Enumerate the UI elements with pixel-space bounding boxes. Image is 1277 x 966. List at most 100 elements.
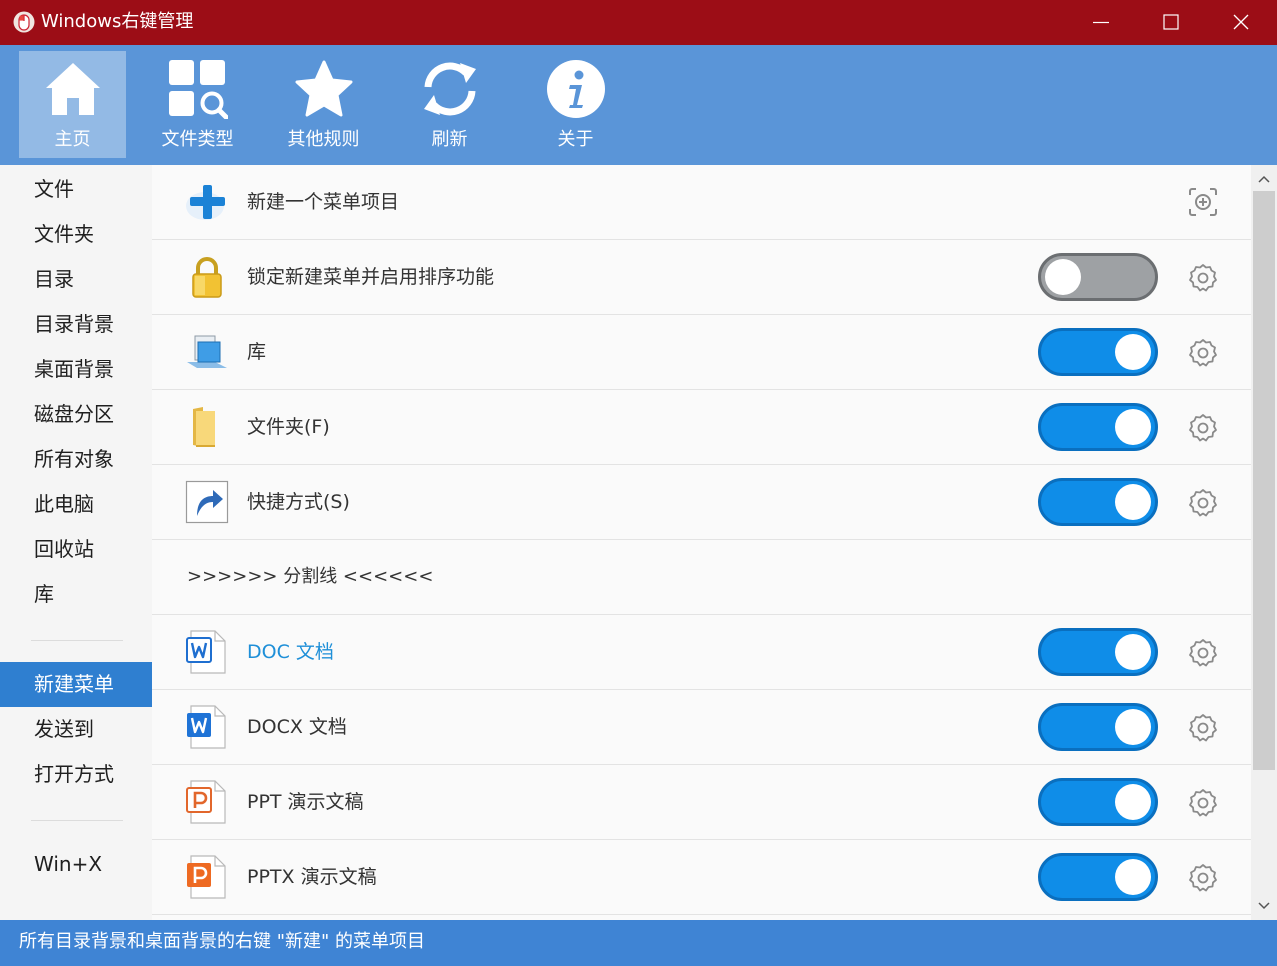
sidebar-item-label: 文件夹 [34,222,94,246]
library-icon [187,335,227,368]
shortcut-toggle[interactable] [1038,478,1158,526]
file-types-icon [169,60,228,119]
toggle-knob [1115,859,1151,895]
sidebar-item-label: 发送到 [34,717,94,741]
list-item-separator: >>>>>> 分割线 <<<<<< [152,540,1251,615]
sidebar-item-directory-background[interactable]: 目录背景 [0,302,152,347]
sidebar-item-folder[interactable]: 文件夹 [0,212,152,257]
gear-icon[interactable] [1187,337,1219,369]
sidebar-item-label: 文件 [34,177,74,201]
status-bar: 所有目录背景和桌面背景的右键 "新建" 的菜单项目 [0,920,1277,966]
sidebar-item-label: 回收站 [34,537,94,561]
sidebar-divider [31,640,123,641]
toggle-knob [1115,784,1151,820]
tool-label: 其他规则 [287,129,360,150]
sidebar-item-label: 桌面背景 [34,357,114,381]
pptx-icon [187,855,226,899]
sidebar-item-send-to[interactable]: 发送到 [0,707,152,752]
tool-file-types[interactable]: 文件类型 [144,51,251,158]
sidebar-item-library[interactable]: 库 [0,572,152,617]
docx-toggle[interactable] [1038,703,1158,751]
plus-icon [186,185,225,220]
info-icon [547,60,605,118]
tool-about[interactable]: 关于 [522,51,629,158]
list-item-shortcut: 快捷方式(S) [152,465,1251,540]
sidebar-item-label: 目录 [34,267,74,291]
chevron-down-icon[interactable] [1256,898,1272,914]
maximize-icon [1163,14,1179,30]
star-icon [295,60,353,117]
tool-refresh[interactable]: 刷新 [396,51,503,158]
maximize-button[interactable] [1136,0,1206,45]
gear-icon[interactable] [1187,412,1219,444]
doc-toggle[interactable] [1038,628,1158,676]
list-item-label: DOCX 文档 [247,716,347,738]
sidebar: 文件 文件夹 目录 目录背景 桌面背景 磁盘分区 所有对象 此电脑 回收站 库 … [0,165,152,920]
sidebar-item-label: 目录背景 [34,312,114,336]
sidebar-item-label: 打开方式 [34,762,114,786]
sidebar-item-this-pc[interactable]: 此电脑 [0,482,152,527]
toggle-knob [1115,334,1151,370]
sidebar-item-file[interactable]: 文件 [0,167,152,212]
folder-icon [193,407,215,447]
separator-label: >>>>>> 分割线 <<<<<< [187,566,434,587]
list-item-new[interactable]: 新建一个菜单项目 [152,165,1251,240]
close-button[interactable] [1206,0,1276,45]
list-item-doc: DOC 文档 [152,615,1251,690]
tool-other-rules[interactable]: 其他规则 [270,51,377,158]
tool-label: 关于 [557,129,594,150]
list-item-label: 文件夹(F) [247,416,330,438]
add-item-icon[interactable] [1187,186,1219,218]
sidebar-item-label: 磁盘分区 [34,402,114,426]
sidebar-item-label: 所有对象 [34,447,114,471]
doc-icon [186,630,226,674]
lock-toggle[interactable] [1038,253,1158,301]
sidebar-item-label: Win+X [34,852,103,876]
chevron-up-icon[interactable] [1256,171,1272,187]
list-item-lock: 锁定新建菜单并启用排序功能 [152,240,1251,315]
sidebar-item-directory[interactable]: 目录 [0,257,152,302]
sidebar-item-open-with[interactable]: 打开方式 [0,752,152,797]
shortcut-icon [185,480,229,524]
list-item-label: PPTX 演示文稿 [247,866,377,888]
title-bar: Windows右键管理 [0,0,1277,45]
toggle-knob [1115,484,1151,520]
gear-icon[interactable] [1187,862,1219,894]
pptx-toggle[interactable] [1038,853,1158,901]
sidebar-item-label: 此电脑 [34,492,94,516]
sidebar-item-win-x[interactable]: Win+X [0,842,152,887]
gear-icon[interactable] [1187,712,1219,744]
refresh-icon [424,62,476,116]
tool-label: 刷新 [431,129,468,150]
folder-toggle[interactable] [1038,403,1158,451]
library-toggle[interactable] [1038,328,1158,376]
tool-label: 文件类型 [161,129,234,150]
vertical-scrollbar[interactable] [1251,165,1277,920]
scrollbar-thumb[interactable] [1253,191,1275,770]
home-icon [46,63,100,115]
gear-icon[interactable] [1187,637,1219,669]
list-item-label: PPT 演示文稿 [247,791,364,813]
gear-icon[interactable] [1187,787,1219,819]
docx-icon [187,705,226,749]
sidebar-item-drive[interactable]: 磁盘分区 [0,392,152,437]
sidebar-item-label: 库 [34,582,54,606]
list-item-label: 新建一个菜单项目 [247,191,400,213]
toggle-knob [1115,709,1151,745]
sidebar-item-desktop-background[interactable]: 桌面背景 [0,347,152,392]
gear-icon[interactable] [1187,262,1219,294]
ppt-icon [186,780,226,824]
sidebar-divider [31,820,123,821]
sidebar-item-new-menu[interactable]: 新建菜单 [0,662,152,707]
ppt-toggle[interactable] [1038,778,1158,826]
list-item-pptx: PPTX 演示文稿 [152,840,1251,915]
sidebar-item-recycle-bin[interactable]: 回收站 [0,527,152,572]
gear-icon[interactable] [1187,487,1219,519]
list-item-label: 库 [247,341,267,363]
toggle-knob [1115,409,1151,445]
sidebar-item-all-objects[interactable]: 所有对象 [0,437,152,482]
tool-home[interactable]: 主页 [19,51,126,158]
minimize-button[interactable] [1066,0,1136,45]
list-item-ppt: PPT 演示文稿 [152,765,1251,840]
window-title: Windows右键管理 [41,11,194,32]
